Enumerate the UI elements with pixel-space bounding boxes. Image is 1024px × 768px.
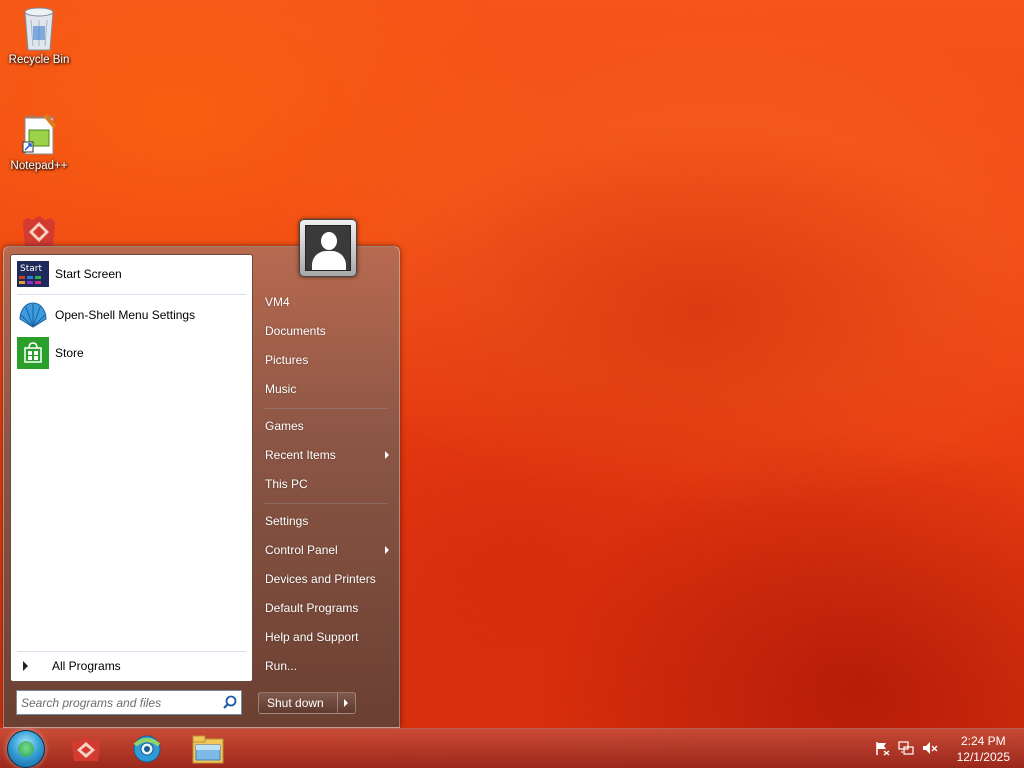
user-avatar-icon — [305, 225, 351, 271]
shutdown-label: Shut down — [267, 696, 324, 710]
shell-icon — [17, 299, 49, 331]
store-icon — [17, 337, 49, 369]
right-item-label: Default Programs — [265, 601, 359, 615]
programs-pane: Start Start Screen Open-Shell Menu Setti… — [10, 254, 253, 682]
divider — [17, 651, 246, 652]
right-item-pictures[interactable]: Pictures — [262, 347, 398, 373]
desktop-icon-recycle-bin[interactable]: Recycle Bin — [1, 6, 77, 66]
right-item-label: Games — [265, 419, 304, 433]
pinned-item-label: Start Screen — [55, 267, 122, 281]
clock-date: 12/1/2025 — [956, 750, 1010, 764]
shutdown-button[interactable]: Shut down — [258, 692, 356, 714]
right-item-label: Recent Items — [265, 448, 336, 462]
app-icon — [72, 737, 100, 761]
pinned-item-open-shell-settings[interactable]: Open-Shell Menu Settings — [13, 297, 250, 333]
search-box[interactable] — [16, 690, 242, 715]
right-item-run[interactable]: Run... — [262, 653, 398, 679]
start-menu: Start Start Screen Open-Shell Menu Setti… — [3, 219, 400, 728]
start-screen-icon: Start — [17, 258, 49, 290]
right-item-devices-and-printers[interactable]: Devices and Printers — [262, 566, 398, 592]
svg-text:Start: Start — [20, 264, 42, 274]
right-item-label: Pictures — [265, 353, 309, 367]
shutdown-options-button[interactable] — [337, 693, 355, 713]
search-icon[interactable] — [219, 692, 241, 714]
pinned-item-label: Store — [55, 346, 84, 360]
right-item-label: Help and Support — [265, 630, 359, 644]
desktop-icon-label: Recycle Bin — [8, 54, 70, 66]
browser-icon — [133, 735, 161, 763]
right-item-games[interactable]: Games — [262, 413, 398, 439]
submenu-arrow-icon — [385, 546, 389, 554]
divider — [264, 503, 388, 504]
search-input[interactable] — [17, 691, 219, 714]
right-item-user-folder[interactable]: VM4 — [262, 289, 398, 315]
right-item-label: Documents — [265, 324, 326, 338]
file-explorer-icon — [192, 735, 224, 764]
right-item-settings[interactable]: Settings — [262, 508, 398, 534]
pinned-item-label: Open-Shell Menu Settings — [55, 308, 196, 322]
divider — [17, 294, 246, 295]
notepad-plus-plus-icon — [19, 112, 59, 156]
taskbar-file-explorer-button[interactable] — [182, 731, 234, 767]
right-item-music[interactable]: Music — [262, 376, 398, 402]
right-item-label: VM4 — [265, 295, 290, 309]
desktop-icon-notepad-plus-plus[interactable]: Notepad++ — [1, 112, 77, 172]
taskbar-browser-button[interactable] — [121, 731, 173, 767]
clock-time: 2:24 PM — [960, 734, 1006, 748]
volume-muted-icon[interactable] — [922, 740, 938, 756]
triangle-right-icon — [23, 661, 28, 671]
pinned-item-store[interactable]: Store — [13, 335, 250, 371]
taskbar: 2:24 PM 12/1/2025 — [0, 728, 1024, 768]
user-picture[interactable] — [299, 219, 357, 277]
right-item-label: Settings — [265, 514, 309, 528]
divider — [264, 408, 388, 409]
right-item-documents[interactable]: Documents — [262, 318, 398, 344]
all-programs-label: All Programs — [52, 659, 121, 673]
desktop-icon-label: Notepad++ — [10, 160, 68, 172]
submenu-arrow-icon — [385, 451, 389, 459]
right-item-label: This PC — [265, 477, 308, 491]
right-item-label: Run... — [265, 659, 298, 673]
right-item-this-pc[interactable]: This PC — [262, 471, 398, 497]
right-item-default-programs[interactable]: Default Programs — [262, 595, 398, 621]
network-icon[interactable] — [898, 740, 914, 756]
all-programs-button[interactable]: All Programs — [13, 655, 250, 677]
recycle-bin-icon — [19, 6, 59, 51]
taskbar-app-button[interactable] — [60, 731, 112, 767]
right-item-label: Control Panel — [265, 543, 338, 557]
right-item-label: Music — [265, 382, 297, 396]
taskbar-clock[interactable]: 2:24 PM 12/1/2025 — [957, 733, 1010, 765]
right-item-control-panel[interactable]: Control Panel — [262, 537, 398, 563]
flag-icon[interactable] — [874, 740, 890, 756]
right-item-label: Devices and Printers — [265, 572, 376, 586]
pinned-item-start-screen[interactable]: Start Start Screen — [13, 256, 250, 292]
right-item-recent-items[interactable]: Recent Items — [262, 442, 398, 468]
right-item-help-and-support[interactable]: Help and Support — [262, 624, 398, 650]
start-button[interactable] — [7, 730, 45, 768]
